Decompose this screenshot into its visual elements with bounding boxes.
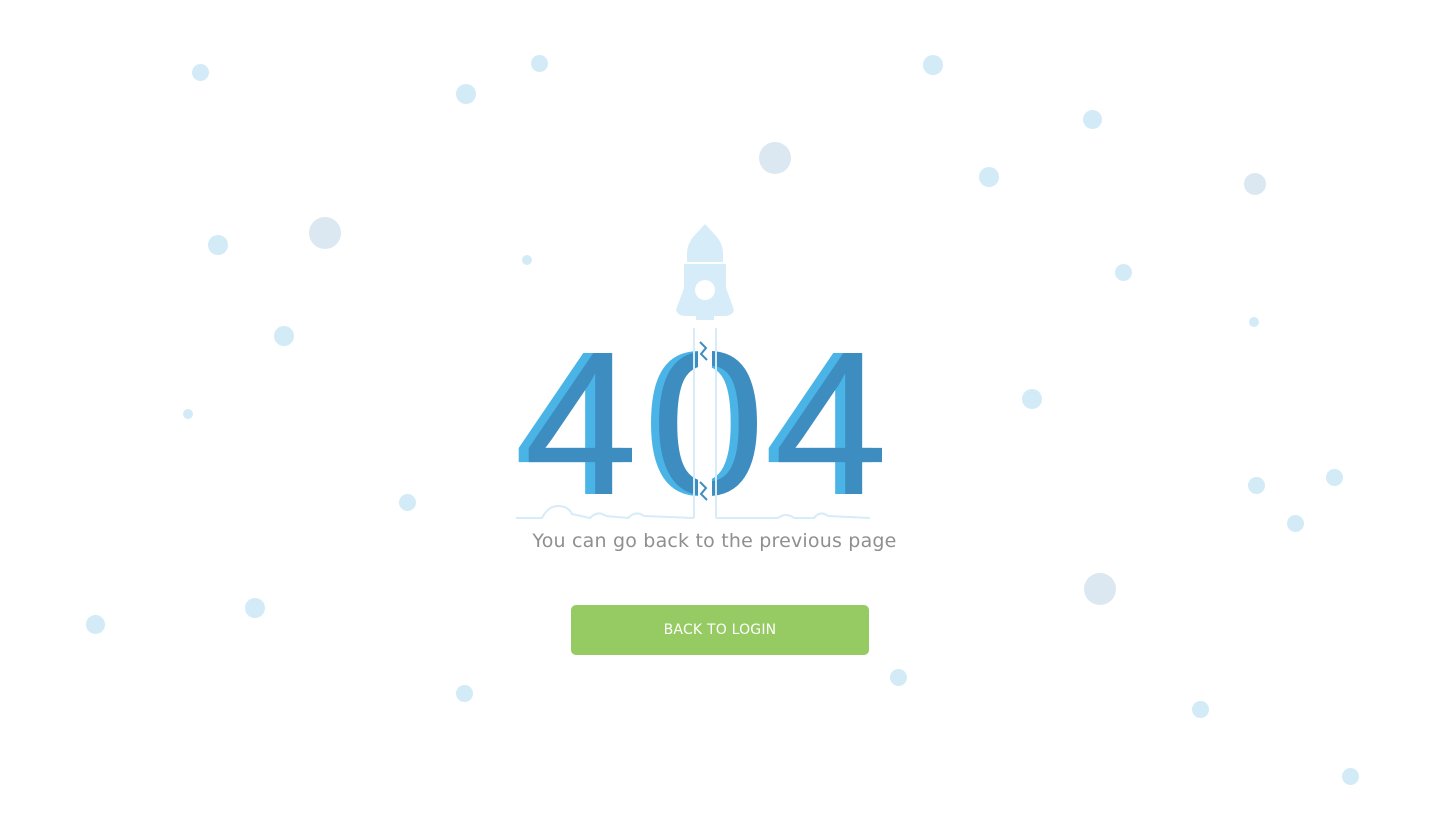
bubble-dot xyxy=(531,55,548,72)
bubble-dot xyxy=(208,235,228,255)
back-to-login-button[interactable]: BACK TO LOGIN xyxy=(571,605,869,655)
bubble-dot xyxy=(979,167,999,187)
bubble-dot xyxy=(759,142,791,174)
bubble-dot xyxy=(1022,389,1042,409)
bubble-dot xyxy=(86,615,105,634)
bubble-dot xyxy=(183,409,193,419)
bubble-dot xyxy=(456,84,476,104)
bubble-dot xyxy=(923,55,943,75)
bubble-dot xyxy=(1115,264,1132,281)
error-404-page: 4 4 0 0 4 4 You can go back to the previ… xyxy=(0,0,1440,839)
bubble-dot xyxy=(456,685,473,702)
bubble-dot xyxy=(1084,573,1116,605)
error-message: You can go back to the previous page xyxy=(532,530,897,552)
bubble-dot xyxy=(245,598,265,618)
bubble-dot xyxy=(274,326,294,346)
digit-dark-1: 4 xyxy=(524,309,638,528)
bubble-dot xyxy=(1249,317,1259,327)
bubble-dot xyxy=(192,64,209,81)
bubble-dot xyxy=(1342,768,1359,785)
bubble-dot xyxy=(1083,110,1102,129)
bubble-dot xyxy=(309,217,341,249)
bubble-dot xyxy=(399,494,416,511)
bubble-dot xyxy=(1326,469,1343,486)
digit-dark-3: 4 xyxy=(774,309,888,528)
bubble-dot xyxy=(1192,701,1209,718)
bubble-dot xyxy=(1248,477,1265,494)
bubble-dot xyxy=(1244,173,1266,195)
error-illustration: 4 4 0 0 4 4 xyxy=(510,218,900,528)
rocket-icon xyxy=(676,224,734,320)
bubble-dot xyxy=(890,669,907,686)
